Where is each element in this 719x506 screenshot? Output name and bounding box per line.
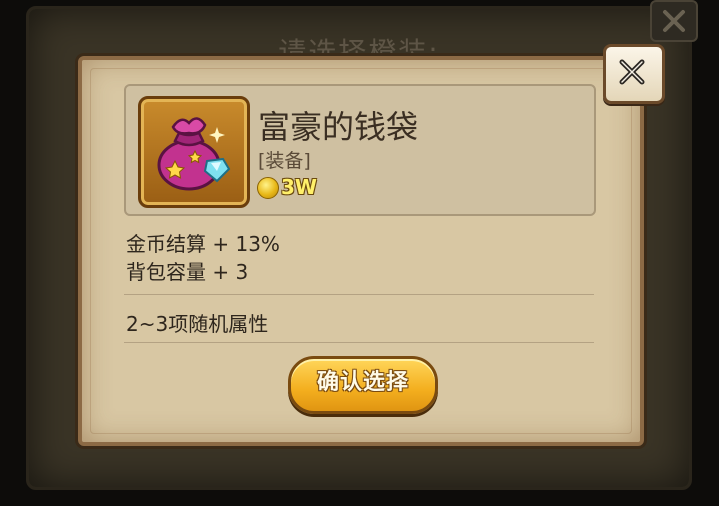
close-button[interactable]	[603, 44, 665, 104]
divider	[124, 294, 594, 295]
money-bag-icon	[157, 117, 231, 191]
coin-icon	[257, 177, 279, 199]
background-close-button	[650, 0, 698, 42]
close-icon	[619, 59, 645, 85]
random-attributes-note: 2~3项随机属性	[126, 312, 269, 336]
item-price: 3W	[281, 175, 317, 199]
confirm-select-button[interactable]: 确认选择	[288, 356, 438, 414]
attribute-bag-capacity: 背包容量 + 3	[126, 260, 249, 284]
close-icon	[663, 10, 685, 32]
item-name: 富豪的钱袋	[258, 108, 419, 146]
divider	[124, 342, 594, 343]
item-icon-frame	[138, 96, 250, 208]
attribute-gold-settlement: 金币结算 + 13%	[126, 232, 280, 256]
item-type: [装备]	[258, 150, 311, 172]
